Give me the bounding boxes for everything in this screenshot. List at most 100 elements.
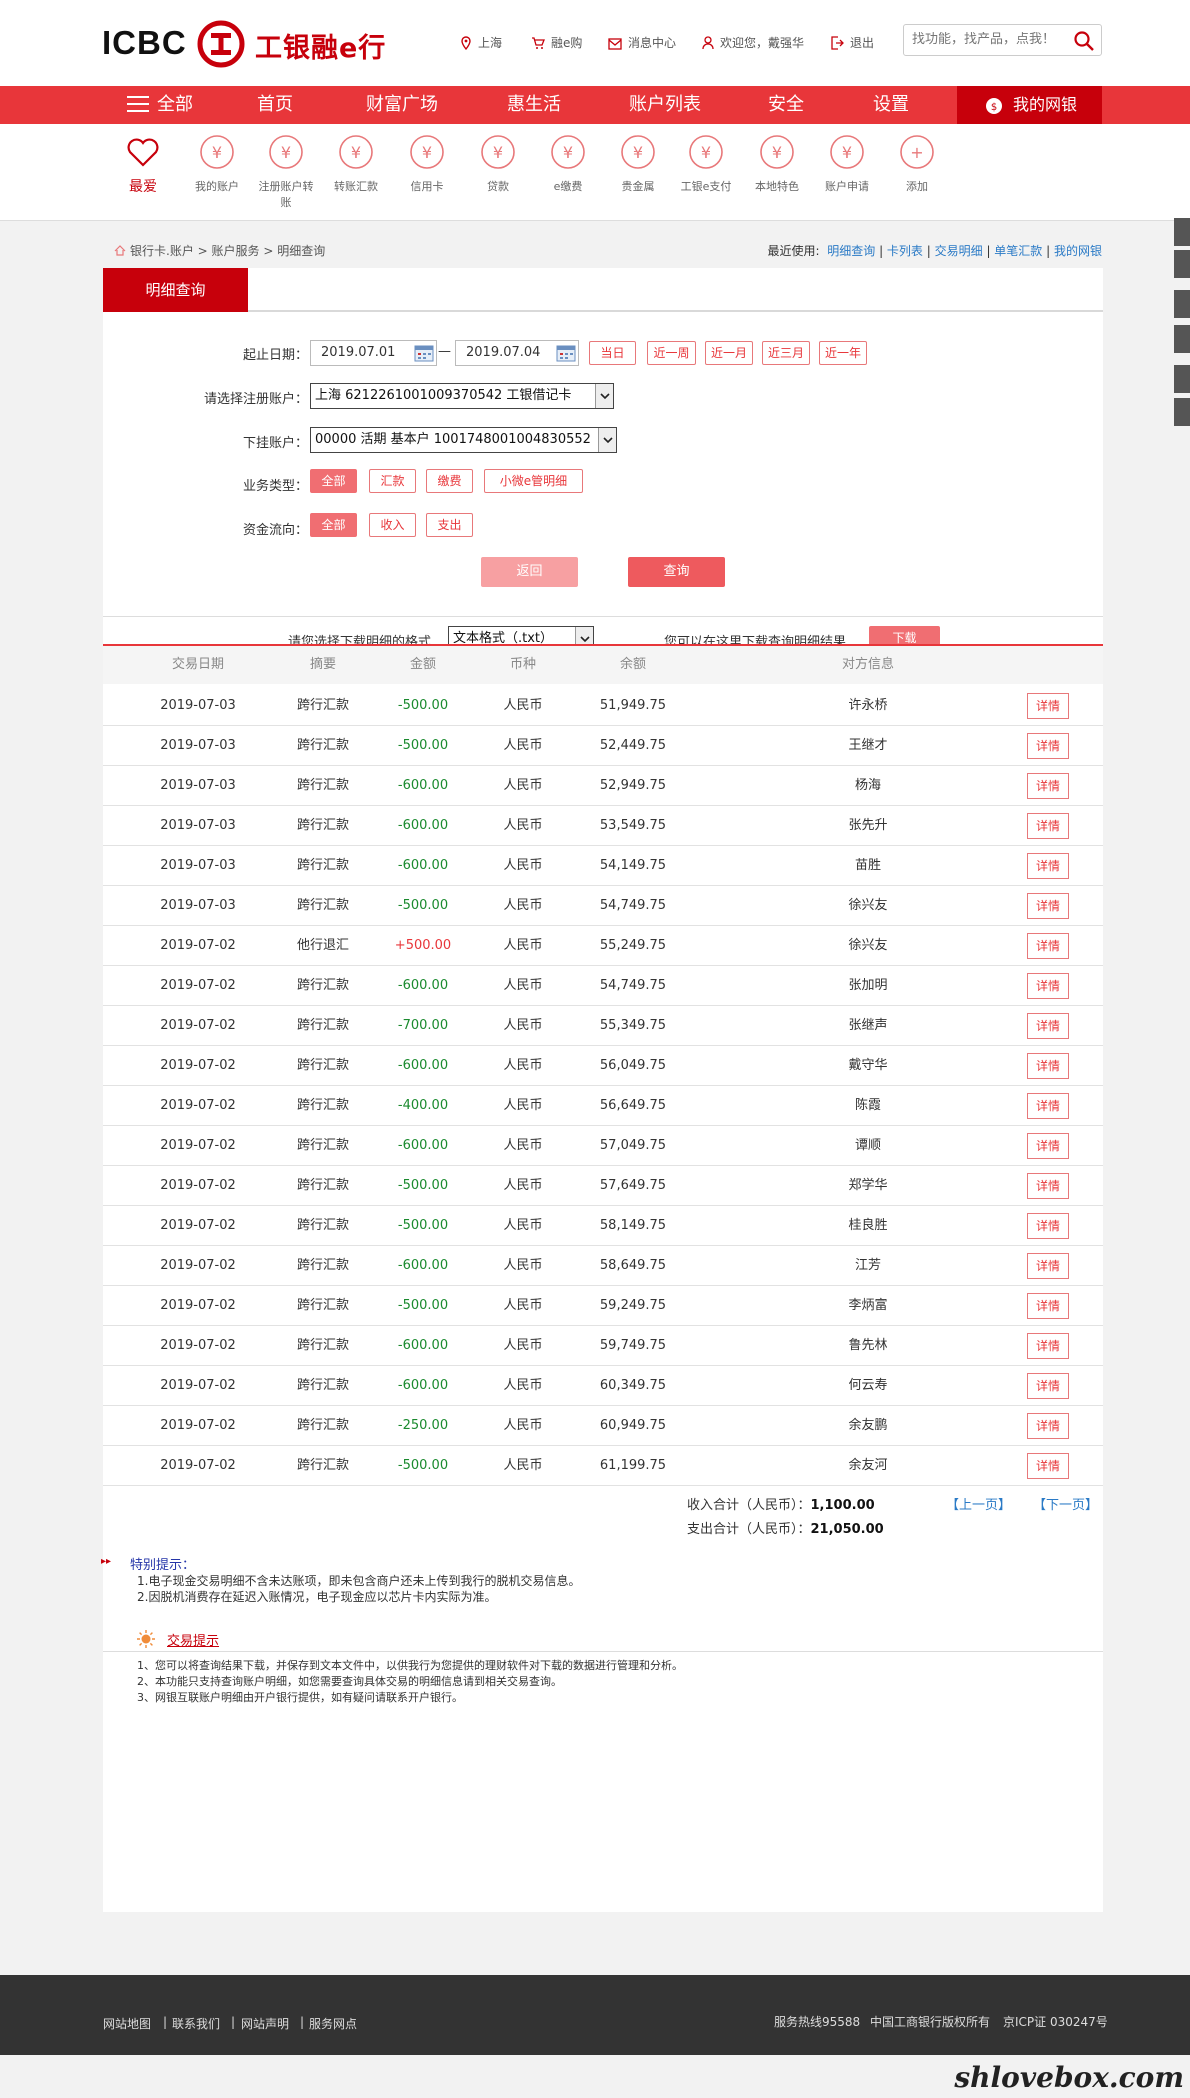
quick-icon-item[interactable]: ¥ 工银e支付 xyxy=(674,134,738,195)
quick-icon-label: 本地特色 xyxy=(755,180,799,193)
detail-button[interactable]: 详情 xyxy=(1027,1133,1069,1159)
table-row: 2019-07-03 跨行汇款 -500.00 人民币 51,949.75 许永桥 详情 xyxy=(103,686,1103,726)
cell-amount: -500.00 xyxy=(397,898,449,913)
sub-account-select[interactable]: 00000 活期 基本户 1001748001004830552 xyxy=(310,427,617,453)
detail-button[interactable]: 详情 xyxy=(1027,1013,1069,1039)
range-year-button[interactable]: 近一年 xyxy=(819,341,867,365)
cell-summary: 跨行汇款 xyxy=(296,1378,349,1393)
nav-life[interactable]: 惠生活 xyxy=(507,86,561,124)
detail-button[interactable]: 详情 xyxy=(1027,1293,1069,1319)
user-welcome[interactable]: 欢迎您，戴强华 xyxy=(702,34,804,51)
search-icon[interactable] xyxy=(1073,30,1095,52)
side-tool-note[interactable] xyxy=(1174,325,1190,353)
my-bank-button[interactable]: $ 我的网银 xyxy=(957,86,1102,124)
cell-amount: -250.00 xyxy=(397,1418,449,1433)
biz-payment-button[interactable]: 缴费 xyxy=(426,469,473,493)
favorite-shortcut[interactable]: 最爱 xyxy=(111,134,175,195)
quick-icon-item[interactable]: ¥ 贵金属 xyxy=(606,134,670,195)
recent-link-card-list[interactable]: 卡列表 xyxy=(887,244,923,258)
detail-button[interactable]: 详情 xyxy=(1027,1333,1069,1359)
detail-button[interactable]: 详情 xyxy=(1027,1413,1069,1439)
detail-button[interactable]: 详情 xyxy=(1027,773,1069,799)
logout-link[interactable]: 退出 xyxy=(830,34,874,51)
flow-expense-button[interactable]: 支出 xyxy=(426,513,473,537)
range-3months-button[interactable]: 近三月 xyxy=(762,341,810,365)
icbc-logo[interactable]: ICBC xyxy=(102,24,187,62)
detail-button[interactable]: 详情 xyxy=(1027,1213,1069,1239)
biz-all-button[interactable]: 全部 xyxy=(310,469,357,493)
quick-icon-item[interactable]: ¥ 注册账户转账 xyxy=(254,134,318,211)
side-tool-share[interactable] xyxy=(1174,250,1190,278)
message-center-link[interactable]: 消息中心 xyxy=(608,34,676,51)
flow-all-button[interactable]: 全部 xyxy=(310,513,357,537)
range-week-button[interactable]: 近一周 xyxy=(647,341,696,365)
detail-button[interactable]: 详情 xyxy=(1027,1053,1069,1079)
breadcrumb-level-1[interactable]: 银行卡.账户 xyxy=(130,244,194,258)
start-date-field[interactable]: 2019.07.01 xyxy=(310,340,437,366)
nav-settings[interactable]: 设置 xyxy=(873,86,909,124)
quick-icon-item[interactable]: ¥ e缴费 xyxy=(536,134,600,195)
footer-hotline: 服务热线95588 xyxy=(774,2015,861,2029)
quick-icon-item[interactable]: ¥ 信用卡 xyxy=(395,134,459,195)
quick-icon-item[interactable]: ¥ 转账汇款 xyxy=(324,134,388,195)
side-tool-service[interactable] xyxy=(1174,398,1190,426)
end-date-field[interactable]: 2019.07.04 xyxy=(455,340,579,366)
detail-button[interactable]: 详情 xyxy=(1027,973,1069,999)
biz-micro-button[interactable]: 小微e管明细 xyxy=(484,469,583,493)
cell-currency: 人民币 xyxy=(503,778,543,793)
breadcrumb-level-2[interactable]: 账户服务 xyxy=(212,244,260,258)
detail-button[interactable]: 详情 xyxy=(1027,1253,1069,1279)
footer-link-statement[interactable]: 网站声明 xyxy=(241,2015,289,2032)
account-select[interactable]: 上海 6212261001009370542 工银借记卡 xyxy=(310,383,614,409)
cell-currency: 人民币 xyxy=(503,1378,543,1393)
footer-link-outlets[interactable]: 服务网点 xyxy=(309,2015,357,2032)
quick-icon-item[interactable]: ¥ 我的账户 xyxy=(185,134,249,195)
location-link[interactable]: 上海 xyxy=(460,34,502,51)
detail-button[interactable]: 详情 xyxy=(1027,733,1069,759)
detail-button[interactable]: 详情 xyxy=(1027,893,1069,919)
detail-button[interactable]: 详情 xyxy=(1027,1093,1069,1119)
tab-detail-query[interactable]: 明细查询 xyxy=(103,268,248,312)
quick-icon-item[interactable]: ¥ 本地特色 xyxy=(745,134,809,195)
quick-icon-item[interactable]: + 添加 xyxy=(885,134,949,195)
nav-accounts[interactable]: 账户列表 xyxy=(629,86,701,124)
shop-link[interactable]: 融e购 xyxy=(531,34,582,51)
range-today-button[interactable]: 当日 xyxy=(589,341,636,365)
detail-button[interactable]: 详情 xyxy=(1027,1453,1069,1479)
query-button[interactable]: 查询 xyxy=(628,557,725,587)
recent-link-transactions[interactable]: 交易明细 xyxy=(935,244,983,258)
side-tool-camera[interactable] xyxy=(1174,290,1190,318)
calendar-icon[interactable] xyxy=(414,344,434,362)
biz-remit-button[interactable]: 汇款 xyxy=(369,469,416,493)
recent-link-my-bank[interactable]: 我的网银 xyxy=(1054,244,1102,258)
transfer-icon: ¥ xyxy=(269,135,303,169)
prev-page-link[interactable]: 【上一页】 xyxy=(946,1494,1011,1513)
detail-button[interactable]: 详情 xyxy=(1027,1373,1069,1399)
next-page-link[interactable]: 【下一页】 xyxy=(1033,1494,1098,1513)
epay-icon: ¥ xyxy=(689,135,723,169)
detail-button[interactable]: 详情 xyxy=(1027,933,1069,959)
nav-all-menu[interactable]: 全部 xyxy=(127,86,193,124)
side-tool-cart[interactable] xyxy=(1174,218,1190,246)
calendar-icon[interactable] xyxy=(556,344,576,362)
quick-icon-item[interactable]: ¥ 账户申请 xyxy=(815,134,879,195)
recent-link-single-remit[interactable]: 单笔汇款 xyxy=(994,244,1042,258)
range-month-button[interactable]: 近一月 xyxy=(705,341,753,365)
detail-button[interactable]: 详情 xyxy=(1027,813,1069,839)
detail-button[interactable]: 详情 xyxy=(1027,1173,1069,1199)
cell-date: 2019-07-02 xyxy=(160,1338,236,1353)
recent-link-detail-query[interactable]: 明细查询 xyxy=(827,244,875,258)
footer-link-contact[interactable]: 联系我们 xyxy=(172,2015,220,2032)
quick-icon-item[interactable]: ¥ 贷款 xyxy=(466,134,530,195)
side-tool-mail[interactable] xyxy=(1174,365,1190,393)
nav-wealth[interactable]: 财富广场 xyxy=(366,86,438,124)
home-icon[interactable] xyxy=(114,245,126,256)
footer-link-sitemap[interactable]: 网站地图 xyxy=(103,2015,151,2032)
detail-button[interactable]: 详情 xyxy=(1027,693,1069,719)
detail-button[interactable]: 详情 xyxy=(1027,853,1069,879)
nav-security[interactable]: 安全 xyxy=(768,86,804,124)
search-input[interactable] xyxy=(912,32,1062,47)
flow-income-button[interactable]: 收入 xyxy=(369,513,416,537)
back-button[interactable]: 返回 xyxy=(481,557,578,587)
nav-home[interactable]: 首页 xyxy=(257,86,293,124)
